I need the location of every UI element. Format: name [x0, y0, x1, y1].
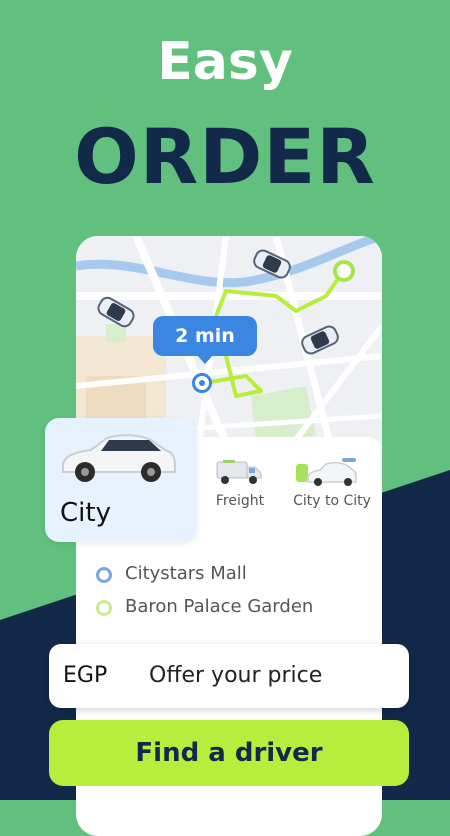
sedan-car-icon — [62, 434, 176, 482]
eta-bubble: 2 min — [153, 316, 257, 356]
car-with-luggage-icon — [296, 458, 357, 486]
price-input[interactable]: Offer your price — [149, 644, 322, 708]
tab-city-label: City — [60, 498, 111, 528]
find-driver-button[interactable]: Find a driver — [49, 720, 409, 786]
eta-bubble-tail — [196, 354, 214, 364]
pickup-address[interactable]: Citystars Mall — [125, 563, 247, 584]
tab-city[interactable]: City — [45, 418, 197, 542]
headline-order: ORDER — [74, 112, 376, 201]
headline-easy: Easy — [157, 32, 293, 92]
destination-pin-icon — [333, 260, 355, 282]
price-offer-field[interactable]: EGP Offer your price — [49, 644, 409, 708]
tab-freight[interactable]: Freight — [205, 493, 275, 509]
tab-city-to-city[interactable]: City to City — [290, 493, 374, 509]
destination-address[interactable]: Baron Palace Garden — [125, 596, 313, 617]
pickup-pin-icon — [192, 373, 212, 393]
currency-label: EGP — [63, 663, 108, 688]
truck-icon — [216, 460, 262, 484]
destination-dot-icon — [96, 600, 112, 616]
pickup-dot-icon — [96, 567, 112, 583]
